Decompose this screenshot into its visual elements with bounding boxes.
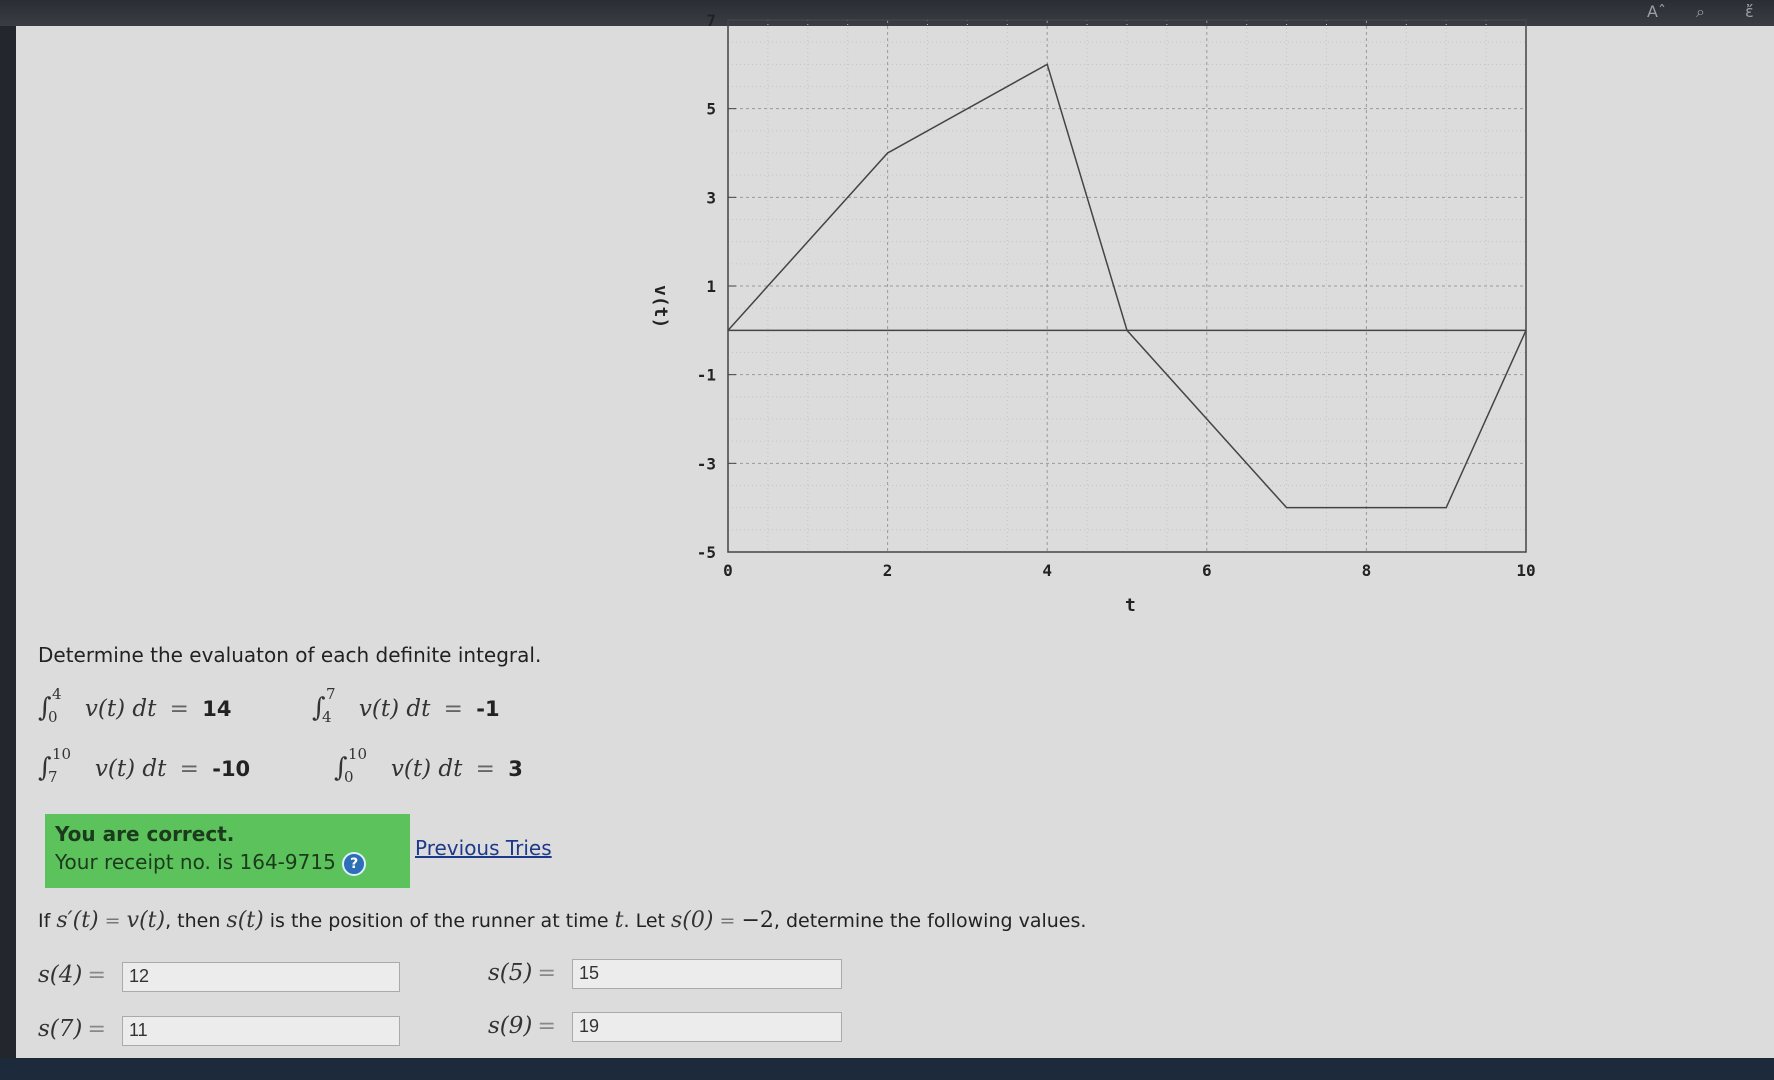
y-tick-label: 1 [706, 277, 716, 296]
integral-value: 3 [508, 757, 523, 781]
position-instructions: If s′(t) = v(t), then s(t) is the positi… [38, 908, 1087, 933]
x-tick-label: 6 [1202, 561, 1212, 580]
previous-tries-link[interactable]: Previous Tries [415, 836, 552, 860]
integrand: v(t) dt [358, 696, 431, 722]
upper-limit: 7 [326, 685, 336, 703]
x-tick-label: 4 [1042, 561, 1052, 580]
integrand: v(t) dt [84, 696, 157, 722]
y-tick-label: -1 [697, 366, 716, 385]
integral-0-10: ∫ 10 0 v(t) dt = 3 [334, 745, 523, 786]
y-tick-label: -3 [697, 454, 716, 473]
integral-value: -10 [212, 757, 251, 781]
upper-limit: 10 [52, 745, 72, 763]
help-icon[interactable]: ? [342, 851, 367, 876]
y-tick-label: -5 [697, 543, 716, 562]
integrand: v(t) dt [94, 756, 167, 782]
x-tick-label: 2 [883, 561, 893, 580]
integral-7-10: ∫ 10 7 v(t) dt = -10 [38, 745, 251, 786]
correct-feedback-box: You are correct. Your receipt no. is 164… [45, 814, 410, 888]
integral-instructions: Determine the evaluaton of each definite… [38, 643, 542, 667]
chart-grid [727, 19, 1527, 553]
integral-sign-icon: ∫ 10 7 [38, 745, 72, 786]
x-tick-label: 8 [1362, 561, 1372, 580]
s5-input[interactable]: 15 [572, 959, 842, 989]
taskbar [0, 1058, 1774, 1080]
integral-value: -1 [476, 697, 500, 721]
x-axis-label: t [1125, 595, 1136, 616]
integral-value: 14 [202, 697, 232, 721]
integral-sign-icon: ∫ 10 0 [334, 745, 368, 786]
s9-label: s(9) = [488, 1013, 556, 1039]
lower-limit: 7 [48, 768, 58, 786]
lower-limit: 4 [322, 708, 332, 726]
feedback-status: You are correct. [55, 822, 235, 846]
upper-limit: 10 [348, 745, 368, 763]
lower-limit: 0 [344, 768, 354, 786]
y-tick-label: 3 [706, 188, 716, 207]
integral-sign-icon: ∫ 7 4 [312, 685, 336, 726]
integrand: v(t) dt [390, 756, 463, 782]
velocity-chart: 7 5 3 1 -1 -3 -5 0 2 4 6 8 10 v(t) t [650, 11, 1536, 616]
s4-input[interactable]: 12 [122, 962, 400, 992]
s5-label: s(5) = [488, 960, 556, 986]
y-axis-label: v(t) [650, 285, 671, 328]
s4-label: s(4) = [38, 962, 106, 988]
lower-limit: 0 [48, 708, 58, 726]
upper-limit: 4 [52, 685, 62, 703]
integral-4-7: ∫ 7 4 v(t) dt = -1 [312, 685, 500, 726]
s7-input[interactable]: 11 [122, 1016, 400, 1046]
s9-input[interactable]: 19 [572, 1012, 842, 1042]
integral-0-4: ∫ 4 0 v(t) dt = 14 [38, 685, 232, 726]
integral-sign-icon: ∫ 4 0 [38, 685, 62, 726]
y-tick-label: 5 [706, 100, 716, 119]
y-tick-label: 7 [706, 11, 716, 30]
x-tick-label: 0 [723, 561, 733, 580]
s7-label: s(7) = [38, 1016, 106, 1042]
receipt-text: Your receipt no. is 164-9715 [55, 850, 336, 874]
x-tick-label: 10 [1516, 561, 1535, 580]
